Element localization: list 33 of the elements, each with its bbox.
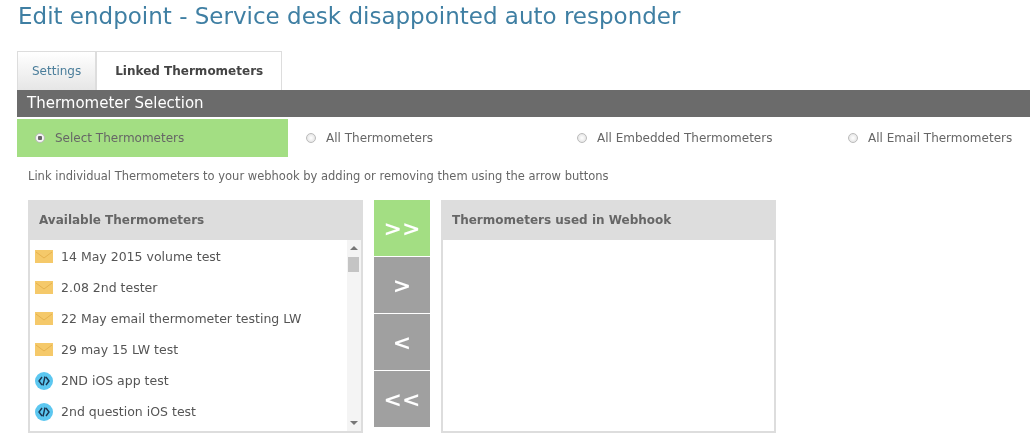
thermometer-name[interactable]: 22 May email thermometer testing LW [61, 311, 302, 326]
radio-option[interactable]: All Email Thermometers [830, 119, 1030, 157]
radio-button[interactable] [306, 133, 316, 143]
radio-button[interactable] [577, 133, 587, 143]
envelope-icon [35, 312, 53, 325]
scrollbar[interactable] [347, 240, 361, 431]
radio-label: All Thermometers [326, 131, 434, 145]
panel-title: Available Thermometers [38, 212, 206, 229]
radio-button[interactable] [35, 133, 45, 143]
envelope-icon [35, 343, 53, 356]
radio-button[interactable] [848, 133, 858, 143]
thermometer-name[interactable]: 2.08 2nd tester [61, 280, 158, 295]
radio-label: All Email Thermometers [868, 131, 1013, 145]
page-title: Edit endpoint - Service desk disappointed auto responder [17, 2, 682, 31]
radio-label: Select Thermometers [55, 131, 185, 145]
code-icon [35, 402, 53, 421]
panel-title: Thermometers used in Webhook [451, 212, 673, 229]
tab[interactable]: Settings [17, 51, 97, 90]
radio-option[interactable]: All Embedded Thermometers [559, 119, 830, 157]
empty-list-box[interactable] [443, 240, 774, 431]
thermometer-name[interactable]: 14 May 2015 volume test [61, 249, 221, 264]
instruction-text: Link individual Thermometers to your webhook by adding or removing them using the arrow buttons [28, 169, 610, 185]
code-icon [35, 371, 53, 390]
section-header: Thermometer Selection [17, 90, 1030, 117]
thermometer-name[interactable]: 29 may 15 LW test [61, 342, 179, 357]
thermometer-name[interactable]: 2nd question iOS test [61, 404, 196, 419]
radio-label: All Embedded Thermometers [597, 131, 773, 145]
tab[interactable]: Linked Thermometers [96, 51, 283, 90]
radio-option[interactable]: Select Thermometers [17, 119, 288, 157]
envelope-icon [35, 250, 53, 263]
radio-option[interactable]: All Thermometers [288, 119, 559, 157]
envelope-icon [35, 281, 53, 294]
thermometer-name[interactable]: 2ND iOS app test [61, 373, 169, 388]
